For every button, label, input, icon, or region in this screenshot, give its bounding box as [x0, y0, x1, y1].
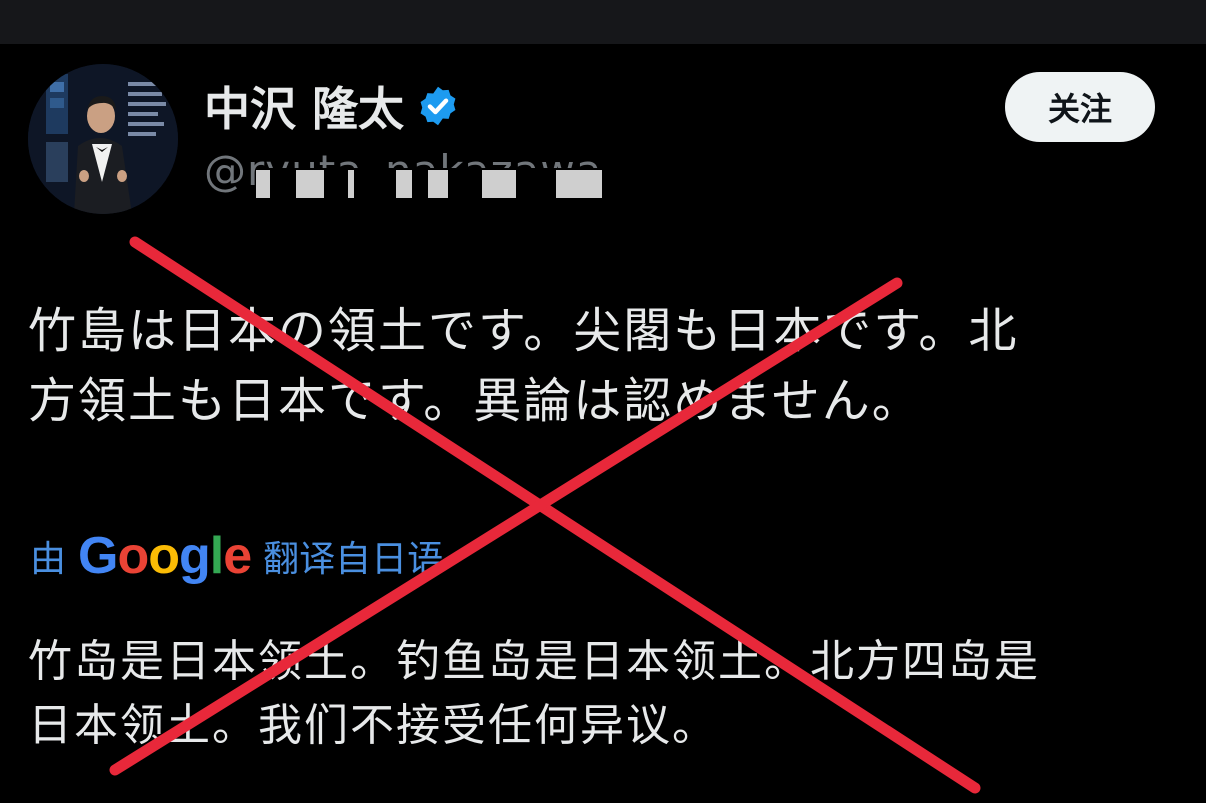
google-logo-letter: l	[209, 527, 224, 585]
google-logo-letter: g	[179, 527, 211, 585]
translated-text-line: 日本领土。我们不接受任何异议。	[28, 700, 718, 751]
verified-badge-icon	[420, 86, 456, 126]
top-bar	[0, 0, 1206, 44]
avatar[interactable]	[28, 64, 178, 214]
handle-redaction	[256, 168, 606, 200]
translate-prefix: 由	[30, 539, 67, 580]
tweet-text: 竹島は日本の領土です。尖閣も日本です。北 方領土も日本です。異論は認めません。	[28, 296, 1178, 436]
tweet-text-line: 竹島は日本の領土です。尖閣も日本です。北	[28, 303, 1019, 359]
google-logo-letter: e	[223, 527, 252, 585]
translated-text-line: 竹岛是日本领土。钓鱼岛是日本领土。北方四岛是	[28, 636, 1040, 687]
google-logo-letter: o	[148, 527, 180, 585]
translate-attribution[interactable]: 由 Google 翻译自日语	[30, 526, 443, 586]
google-logo-letter: G	[78, 527, 118, 585]
google-logo: Google	[78, 526, 252, 586]
translate-suffix: 翻译自日语	[263, 539, 444, 580]
avatar-photo	[28, 64, 178, 214]
display-name[interactable]: 中沢 隆太	[204, 74, 460, 138]
follow-button[interactable]: 关注	[1005, 72, 1155, 142]
display-name-text: 中沢 隆太	[204, 82, 405, 136]
translated-text: 竹岛是日本领土。钓鱼岛是日本领土。北方四岛是 日本领土。我们不接受任何异议。	[28, 630, 1178, 758]
tweet-text-line: 方領土も日本です。異論は認めません。	[28, 373, 922, 429]
google-logo-letter: o	[117, 527, 149, 585]
